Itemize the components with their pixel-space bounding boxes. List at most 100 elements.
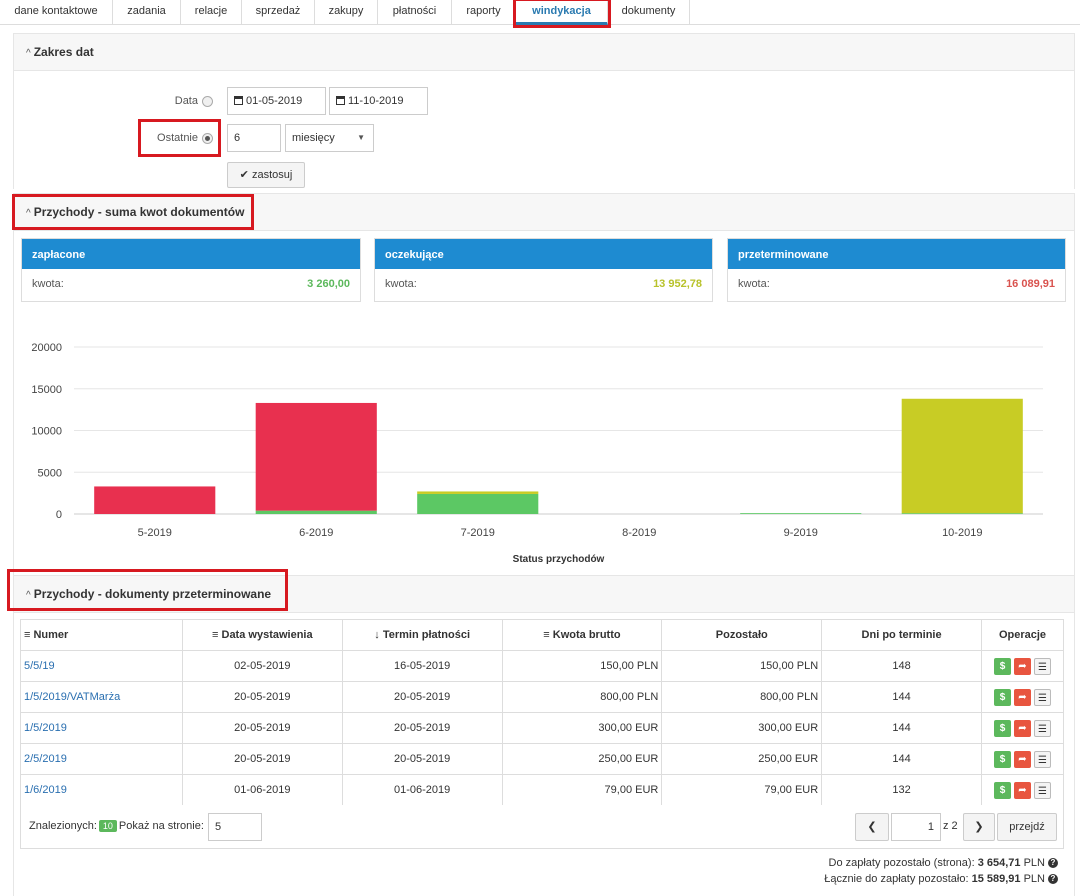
cell-termin: 01-06-2019: [341, 774, 503, 806]
cell-pozostalo: 150,00 PLN: [661, 650, 823, 682]
table-row: 1/6/2019 01-06-2019 01-06-2019 79,00 EUR…: [20, 774, 1065, 806]
share-icon[interactable]: ➦: [1013, 719, 1031, 737]
cell-data: 20-05-2019: [181, 743, 343, 775]
question-icon[interactable]: ?: [1048, 858, 1058, 869]
cell-kwota: 79,00 EUR: [501, 774, 663, 806]
date-radio[interactable]: [202, 96, 213, 107]
bar-segment: [901, 398, 1023, 514]
overdue-table: ≡ Numer ≡ Data wystawienia ↓ Termin płat…: [20, 619, 1065, 806]
col-kwota[interactable]: ≡ Kwota brutto: [501, 619, 663, 651]
question-icon[interactable]: ?: [1048, 874, 1058, 885]
document-link[interactable]: 5/5/19: [24, 660, 55, 672]
cell-ops: $ ➦ ☰: [980, 681, 1065, 713]
tab-platnosci[interactable]: płatności: [378, 0, 452, 25]
date-from-input[interactable]: 01-05-2019: [227, 87, 326, 115]
last-radio[interactable]: [202, 133, 213, 144]
share-icon[interactable]: ➦: [1013, 781, 1031, 799]
date-from-value: 01-05-2019: [246, 95, 303, 107]
col-termin[interactable]: ↓ Termin płatności: [341, 619, 503, 651]
share-icon[interactable]: ➦: [1013, 688, 1031, 706]
cell-data: 20-05-2019: [181, 681, 343, 713]
prev-page-button[interactable]: ❮: [855, 813, 889, 841]
tab-zadania[interactable]: zadania: [113, 0, 181, 25]
y-tick-label: 5000: [38, 467, 62, 479]
per-page-label: Pokaż na stronie:: [118, 820, 204, 832]
calendar-icon: [234, 96, 243, 105]
tab-dane-kontaktowe[interactable]: dane kontaktowe: [0, 0, 113, 25]
col-data-label: Data wystawienia: [221, 629, 313, 641]
tab-zakupy[interactable]: zakupy: [315, 0, 378, 25]
col-operacje: Operacje: [980, 619, 1065, 651]
cell-dni: 144: [821, 681, 982, 713]
cell-termin: 20-05-2019: [341, 712, 503, 744]
overdue-header[interactable]: ^ Przychody - dokumenty przeterminowane: [13, 575, 1075, 613]
document-link[interactable]: 1/6/2019: [24, 784, 67, 796]
page-of-label: z 2: [943, 820, 958, 832]
col-data[interactable]: ≡ Data wystawienia: [181, 619, 343, 651]
document-link[interactable]: 2/5/2019: [24, 753, 67, 765]
date-range-header[interactable]: ^ Zakres dat: [13, 33, 1075, 71]
document-link[interactable]: 1/5/2019: [24, 722, 67, 734]
col-numer[interactable]: ≡ Numer: [20, 619, 183, 651]
last-value-input[interactable]: 6: [227, 124, 281, 152]
last-unit-value: miesięcy: [292, 132, 335, 144]
card-zaplacone-value: 3 260,00: [307, 278, 350, 290]
caret-up-icon: ^: [26, 590, 31, 601]
list-icon[interactable]: ☰: [1033, 657, 1051, 675]
tab-sprzedaz[interactable]: sprzedaż: [242, 0, 315, 25]
share-icon[interactable]: ➦: [1013, 657, 1031, 675]
go-button[interactable]: przejdź: [997, 813, 1057, 841]
list-icon[interactable]: ☰: [1033, 719, 1051, 737]
date-range-panel: [13, 71, 1075, 189]
col-termin-label: Termin płatności: [382, 629, 471, 641]
col-dni: Dni po terminie: [821, 619, 982, 651]
card-label: kwota:: [738, 278, 770, 290]
list-icon[interactable]: ☰: [1033, 688, 1051, 706]
caret-up-icon: ^: [26, 208, 31, 219]
table-footer: Znalezionych: 10 Pokaż na stronie: 5 ❮ 1 z…: [20, 805, 1064, 849]
dollar-icon[interactable]: $: [993, 781, 1011, 799]
list-icon[interactable]: ☰: [1033, 750, 1051, 768]
y-tick-label: 20000: [31, 342, 62, 354]
next-page-button[interactable]: ❯: [963, 813, 995, 841]
apply-label: zastosuj: [251, 169, 293, 181]
date-to-input[interactable]: 11-10-2019: [329, 87, 428, 115]
cell-pozostalo: 250,00 EUR: [661, 743, 823, 775]
x-tick-label: 8-2019: [622, 527, 656, 539]
cell-termin: 20-05-2019: [341, 681, 503, 713]
bar-segment: [901, 513, 1023, 514]
apply-button[interactable]: ✔ zastosuj: [227, 162, 305, 188]
card-przeterminowane-value: 16 089,91: [1006, 278, 1055, 290]
last-unit-select[interactable]: miesięcy ▼: [285, 124, 374, 152]
page-total-label: Do zapłaty pozostało (strona):: [828, 857, 975, 869]
dollar-icon[interactable]: $: [993, 719, 1011, 737]
y-tick-label: 10000: [31, 426, 62, 438]
bar-segment: [255, 402, 377, 511]
document-link[interactable]: 1/5/2019/VATMarża: [24, 691, 120, 703]
cell-pozostalo: 79,00 EUR: [661, 774, 823, 806]
cell-dni: 144: [821, 712, 982, 744]
per-page-input[interactable]: 5: [208, 813, 262, 841]
dollar-icon[interactable]: $: [993, 657, 1011, 675]
caret-down-icon: ▼: [357, 133, 365, 142]
sort-asc-icon: ↓: [374, 629, 383, 641]
card-zaplacone-row: kwota: 3 260,00: [22, 269, 360, 302]
tab-dokumenty[interactable]: dokumenty: [608, 0, 690, 25]
date-label: Data: [174, 95, 198, 107]
share-icon[interactable]: ➦: [1013, 750, 1031, 768]
page-input[interactable]: 1: [891, 813, 941, 841]
dollar-icon[interactable]: $: [993, 688, 1011, 706]
card-label: kwota:: [32, 278, 64, 290]
income-sum-header[interactable]: ^ Przychody - suma kwot dokumentów: [13, 193, 1075, 231]
tab-raporty[interactable]: raporty: [452, 0, 516, 25]
table-row: 1/5/2019 20-05-2019 20-05-2019 300,00 EU…: [20, 712, 1065, 744]
cell-numer: 1/6/2019: [20, 774, 183, 806]
overdue-title: Przychody - dokumenty przeterminowane: [33, 587, 272, 601]
tab-relacje[interactable]: relacje: [181, 0, 242, 25]
tab-windykacja[interactable]: windykacja: [516, 0, 608, 25]
cell-ops: $ ➦ ☰: [980, 650, 1065, 682]
cell-kwota: 300,00 EUR: [501, 712, 663, 744]
cell-numer: 5/5/19: [20, 650, 183, 682]
list-icon[interactable]: ☰: [1033, 781, 1051, 799]
dollar-icon[interactable]: $: [993, 750, 1011, 768]
